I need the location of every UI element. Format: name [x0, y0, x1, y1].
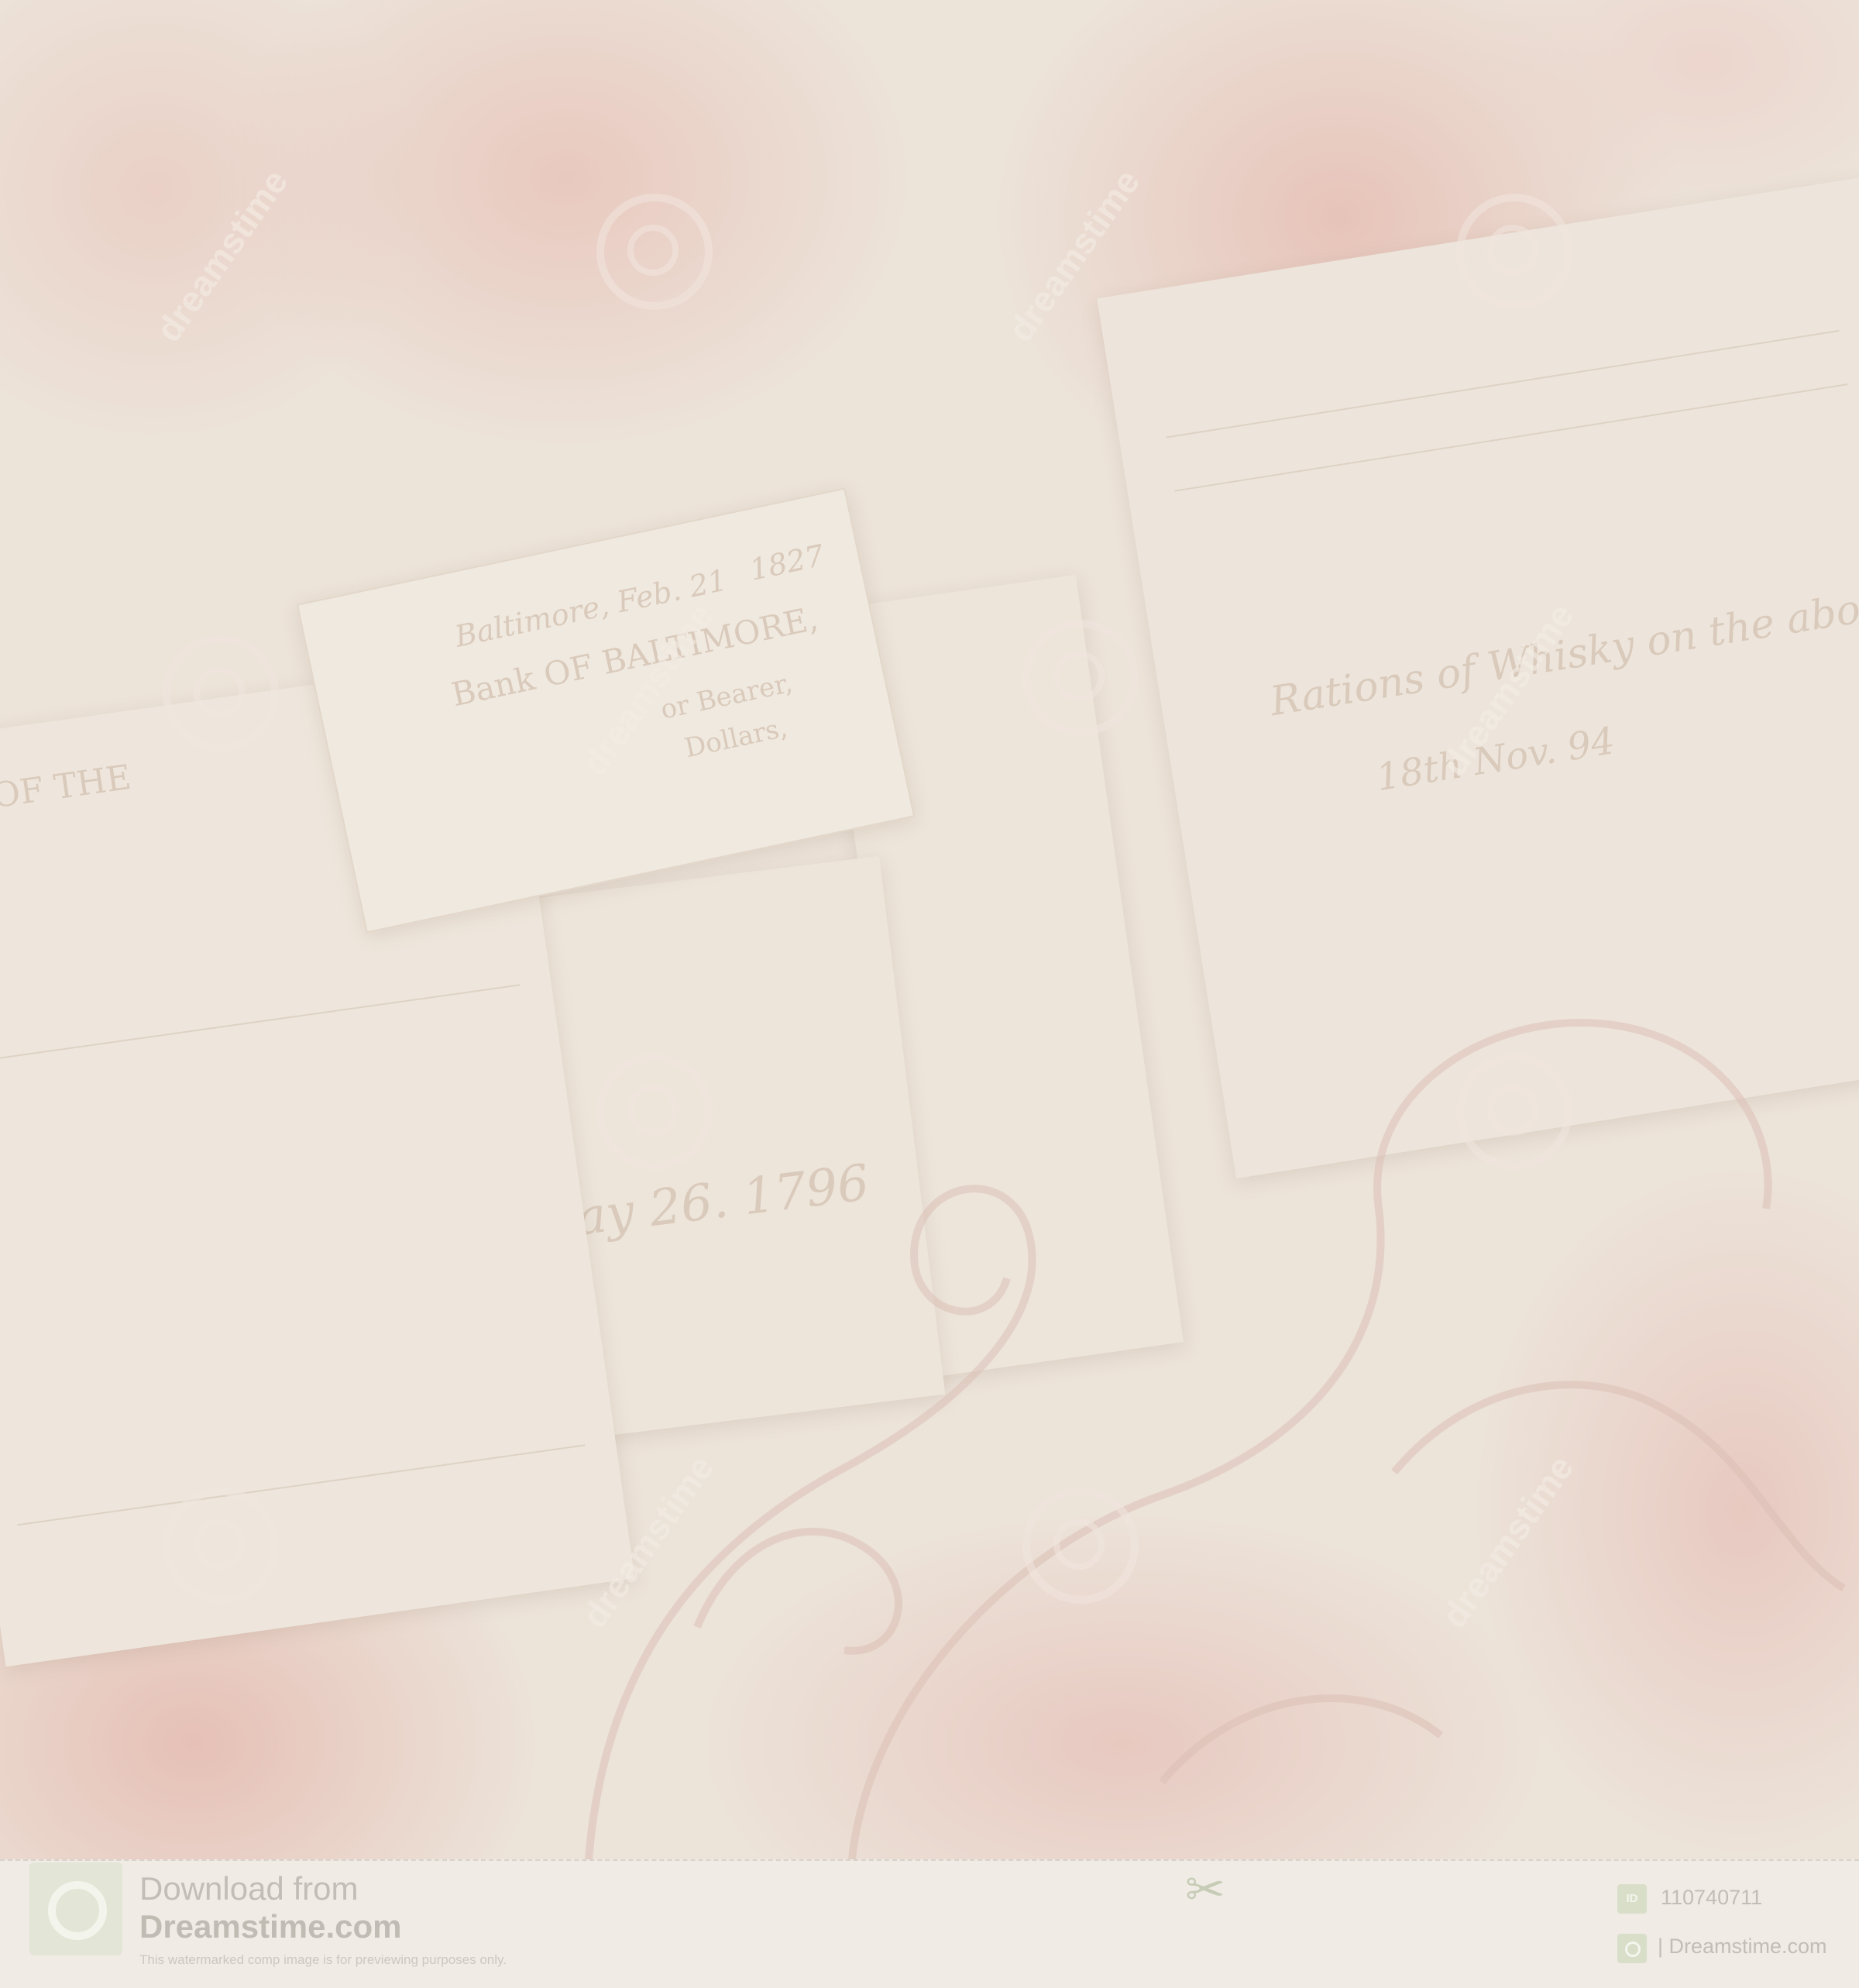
watermark-swirl: [596, 194, 713, 310]
copyright-icon: [1617, 1934, 1647, 1963]
id-badge: ID: [1617, 1884, 1647, 1914]
flourish-ornament: [585, 1018, 1846, 1859]
watermark-swirl: [1456, 194, 1572, 310]
background-collage: Rations of Whisky on the above 18th Nov.…: [0, 0, 1859, 1859]
watermark-swirl: [163, 1488, 279, 1604]
image-id: 110740711: [1661, 1886, 1763, 1909]
watermark-swirl: [1022, 620, 1139, 736]
watermark-swirl: [596, 1054, 713, 1170]
watermark-swirl: [163, 635, 279, 752]
copyright-text: | Dreamstime.com: [1658, 1935, 1827, 1958]
disclaimer: This watermarked comp image is for previ…: [139, 1952, 507, 1967]
download-line: Download from: [139, 1870, 359, 1907]
scissors-icon: ✂: [1185, 1863, 1225, 1917]
brand-line: Dreamstime.com: [139, 1908, 402, 1945]
dreamstime-logo-icon: [29, 1862, 122, 1955]
watermark-swirl: [1022, 1488, 1139, 1604]
watermark-swirl: [1456, 1054, 1572, 1170]
